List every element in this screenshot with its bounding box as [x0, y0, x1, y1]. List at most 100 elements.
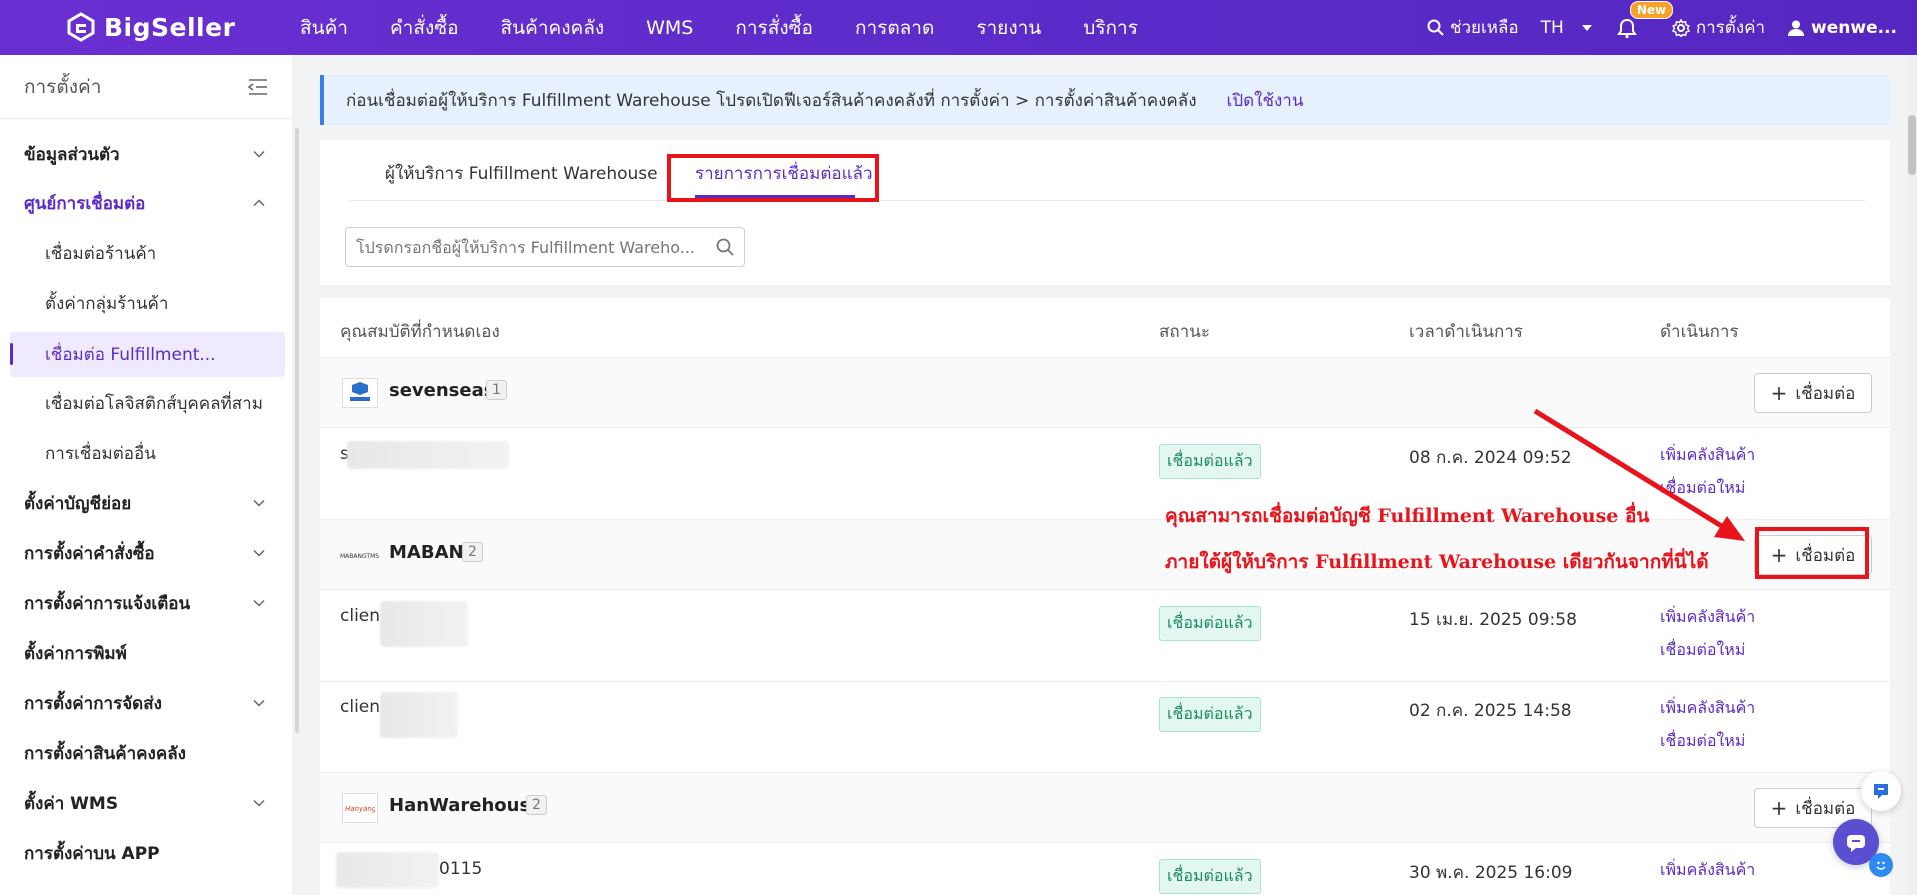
- sidebar-item-label: ตั้งค่าการพิมพ์: [24, 643, 127, 664]
- nav-services[interactable]: บริการ: [1083, 13, 1138, 43]
- user-icon: [1788, 20, 1805, 36]
- highlight-box-tab: [667, 154, 879, 202]
- nav-reports[interactable]: รายงาน: [976, 13, 1041, 43]
- page-scrollbar-thumb[interactable]: [1908, 115, 1916, 175]
- sidebar-item-label: การตั้งค่าสินค้าคงคลัง: [24, 743, 186, 764]
- sidebar-item-connection-center[interactable]: ศูนย์การเชื่อมต่อ: [0, 182, 292, 224]
- provider-count-badge: 2: [526, 795, 547, 815]
- sidebar-item-inventory-settings[interactable]: การตั้งค่าสินค้าคงคลัง: [0, 732, 292, 774]
- nav-orders[interactable]: คำสั่งซื้อ: [390, 13, 459, 43]
- help-label: ช่วยเหลือ: [1449, 18, 1519, 38]
- smile-icon: [1876, 861, 1886, 870]
- provider-count-badge: 1: [486, 380, 507, 400]
- reconnect-link[interactable]: เชื่อมต่อใหม่: [1660, 729, 1745, 754]
- sidebar-item-app-settings[interactable]: การตั้งค่าบน APP: [0, 832, 292, 874]
- chevron-down-icon: [253, 549, 265, 557]
- collapse-menu-icon[interactable]: [248, 78, 268, 96]
- search-icon: [1427, 19, 1444, 36]
- account-name: clien: [340, 697, 381, 717]
- sidebar-item-label: ตั้งค่าบัญชีย่อย: [24, 493, 132, 514]
- sidebar-item-store-group[interactable]: ตั้งค่ากลุ่มร้านค้า: [0, 282, 292, 324]
- status-badge: เชื่อมต่อแล้ว: [1159, 606, 1261, 641]
- sidebar-item-other-connection[interactable]: การเชื่อมต่ออื่น: [0, 432, 292, 474]
- nav-purchase[interactable]: การสั่งซื้อ: [735, 13, 813, 43]
- redacted-text: [347, 441, 509, 469]
- sevenseas-logo-icon: [350, 382, 370, 401]
- language-select[interactable]: TH: [1541, 18, 1594, 38]
- sidebar-item-notification-settings[interactable]: การตั้งค่าการแจ้งเตือน: [0, 582, 292, 624]
- notification-button[interactable]: New: [1616, 0, 1674, 41]
- sidebar-item-label: ตั้งค่ากลุ่มร้านค้า: [45, 293, 169, 314]
- provider-group-row: sevenseas 1 + เชื่อมต่อ: [320, 358, 1890, 428]
- sidebar-item-print-settings[interactable]: ตั้งค่าการพิมพ์: [0, 632, 292, 674]
- provider-search-box[interactable]: [345, 227, 745, 267]
- chevron-down-icon: [253, 799, 265, 807]
- header-operation-time: เวลาดำเนินการ: [1409, 322, 1523, 342]
- nav-inventory[interactable]: สินค้าคงคลัง: [501, 13, 605, 43]
- highlight-box-connect: [1755, 527, 1869, 579]
- table-row: clien เชื่อมต่อแล้ว 02 ก.ค. 2025 14:58 เ…: [320, 682, 1890, 773]
- help-link[interactable]: ช่วยเหลือ: [1427, 14, 1519, 41]
- reconnect-link[interactable]: เชื่อมต่อใหม่: [1660, 638, 1745, 663]
- nav-products[interactable]: สินค้า: [300, 13, 348, 43]
- sidebar-item-label: เชื่อมต่อ Fulfillment...: [45, 345, 216, 365]
- sidebar-item-wms-settings[interactable]: ตั้งค่า WMS: [0, 782, 292, 824]
- nav-wms[interactable]: WMS: [646, 17, 693, 39]
- hanwarehouse-logo: Hanyang: [342, 793, 378, 823]
- sidebar-item-profile[interactable]: ข้อมูลส่วนตัว: [0, 133, 292, 175]
- table-row: s เชื่อมต่อแล้ว 08 ก.ค. 2024 09:52 เพิ่ม…: [320, 429, 1890, 520]
- chevron-down-icon: [253, 499, 265, 507]
- provider-name: HanWarehouse: [389, 795, 543, 816]
- add-warehouse-link[interactable]: เพิ่มคลังสินค้า: [1660, 858, 1755, 883]
- page-scrollbar[interactable]: [1907, 55, 1917, 895]
- bell-icon: [1616, 18, 1637, 38]
- sidebar-item-label: การตั้งค่าบน APP: [24, 843, 160, 864]
- provider-search-input[interactable]: [356, 237, 706, 257]
- sidebar-title: การตั้งค่า: [24, 75, 102, 98]
- sevenseas-logo: [342, 378, 378, 408]
- sidebar-scrollbar[interactable]: [295, 128, 299, 733]
- tab-providers[interactable]: ผู้ให้บริการ Fulfillment Warehouse: [385, 160, 658, 187]
- connections-table: คุณสมบัติที่กำหนดเอง สถานะ เวลาดำเนินการ…: [320, 298, 1890, 895]
- provider-count-badge: 2: [462, 542, 483, 562]
- add-warehouse-link[interactable]: เพิ่มคลังสินค้า: [1660, 696, 1755, 721]
- hanwarehouse-logo-icon: Hanyang: [345, 805, 375, 813]
- account-name: clien: [340, 606, 381, 626]
- smile-assistant-button[interactable]: [1869, 853, 1893, 877]
- notice-text: ก่อนเชื่อมต่อผู้ให้บริการ Fulfillment Wa…: [346, 90, 1197, 111]
- sidebar-item-label: การตั้งค่าการจัดส่ง: [24, 693, 162, 714]
- language-label: TH: [1540, 17, 1564, 38]
- settings-link[interactable]: การตั้งค่า: [1671, 14, 1765, 41]
- bigseller-logo[interactable]: BigSeller: [66, 9, 235, 45]
- maban-logo-icon: MABANGTMS: [340, 553, 379, 560]
- user-menu[interactable]: wenwe...: [1787, 18, 1897, 38]
- search-icon[interactable]: [716, 238, 734, 256]
- sidebar-item-sub-account[interactable]: ตั้งค่าบัญชีย่อย: [0, 482, 292, 524]
- status-badge: เชื่อมต่อแล้ว: [1159, 697, 1261, 732]
- header-status: สถานะ: [1159, 322, 1210, 342]
- sidebar-item-label: ตั้งค่า WMS: [24, 793, 119, 814]
- chevron-down-icon: [253, 150, 265, 158]
- header-action: ดำเนินการ: [1660, 322, 1739, 342]
- add-warehouse-link[interactable]: เพิ่มคลังสินค้า: [1660, 443, 1755, 468]
- sidebar-item-label: ข้อมูลส่วนตัว: [24, 144, 120, 165]
- sidebar-item-connect-store[interactable]: เชื่อมต่อร้านค้า: [0, 232, 292, 274]
- enable-link[interactable]: เปิดใช้งาน: [1227, 87, 1304, 114]
- provider-name: MABAN: [389, 542, 464, 563]
- chevron-down-icon: [253, 599, 265, 607]
- table-row: clien เชื่อมต่อแล้ว 15 เม.ย. 2025 09:58 …: [320, 591, 1890, 682]
- feedback-button[interactable]: [1861, 771, 1901, 811]
- reconnect-link[interactable]: เชื่อมต่อใหม่: [1660, 476, 1745, 501]
- sidebar-item-3pl[interactable]: เชื่อมต่อโลจิสติกส์บุคคลที่สาม: [0, 382, 292, 424]
- table-row: 0115 เชื่อมต่อแล้ว 30 พ.ค. 2025 16:09 เพ…: [320, 844, 1890, 895]
- sidebar-item-order-settings[interactable]: การตั้งค่าคำสั่งซื้อ: [0, 532, 292, 574]
- sidebar-item-label: เชื่อมต่อร้านค้า: [45, 243, 157, 264]
- nav-marketing[interactable]: การตลาด: [855, 13, 934, 43]
- sidebar-item-connect-fulfillment[interactable]: เชื่อมต่อ Fulfillment...: [10, 332, 285, 377]
- top-nav-bar: BigSeller สินค้า คำสั่งซื้อ สินค้าคงคลัง…: [0, 0, 1917, 55]
- provider-group-row: Hanyang HanWarehouse 2 + เชื่อมต่อ: [320, 773, 1890, 843]
- connect-button[interactable]: + เชื่อมต่อ: [1754, 373, 1872, 413]
- sidebar-item-shipping-settings[interactable]: การตั้งค่าการจัดส่ง: [0, 682, 292, 724]
- account-name: 0115: [439, 859, 483, 879]
- add-warehouse-link[interactable]: เพิ่มคลังสินค้า: [1660, 605, 1755, 630]
